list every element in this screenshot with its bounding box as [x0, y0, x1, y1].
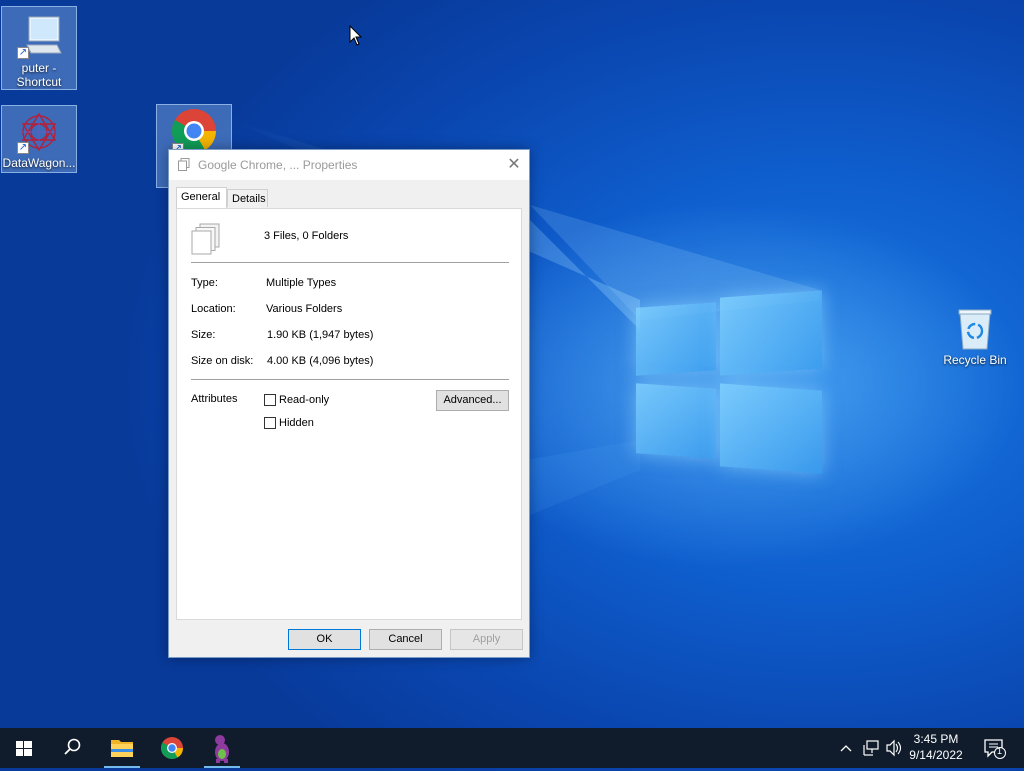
- location-value: Various Folders: [266, 303, 343, 315]
- tab-general[interactable]: General: [176, 187, 227, 208]
- barney-app-icon: [215, 735, 229, 763]
- taskbar-file-explorer[interactable]: [98, 728, 146, 768]
- apply-button[interactable]: Apply: [450, 629, 523, 650]
- dialog-titlebar[interactable]: Google Chrome, ... Properties ✕: [169, 150, 529, 180]
- mouse-cursor-icon: [349, 25, 363, 46]
- taskbar: 3:45 PM 9/14/2022 1: [0, 728, 1024, 768]
- dialog-title: Google Chrome, ... Properties: [198, 158, 358, 172]
- tab-details[interactable]: Details: [227, 189, 268, 207]
- divider: [191, 262, 509, 263]
- general-tab-panel: 3 Files, 0 Folders Type: Multiple Types …: [176, 208, 522, 620]
- chrome-icon: [161, 737, 183, 759]
- multiple-files-icon: [191, 223, 220, 255]
- volume-icon[interactable]: [884, 728, 904, 768]
- shortcut-arrow-icon: ↗: [17, 47, 29, 59]
- close-button[interactable]: ✕: [499, 150, 529, 180]
- attributes-label: Attributes: [191, 393, 238, 405]
- properties-dialog: Google Chrome, ... Properties ✕ General …: [168, 149, 530, 658]
- notification-count-badge: 1: [997, 746, 1003, 756]
- size-on-disk-label: Size on disk:: [191, 355, 254, 367]
- desktop-icon-label: DataWagon...: [2, 156, 76, 170]
- desktop-icon-label: Recycle Bin: [943, 353, 1007, 367]
- divider: [191, 379, 509, 380]
- advanced-button[interactable]: Advanced...: [436, 390, 509, 411]
- action-center-button[interactable]: 1: [980, 728, 1010, 768]
- desktop-icon-recycle-bin[interactable]: Recycle Bin: [937, 303, 1013, 373]
- taskbar-clock[interactable]: 3:45 PM 9/14/2022: [906, 731, 966, 763]
- taskbar-chrome[interactable]: [148, 728, 196, 768]
- size-label: Size:: [191, 329, 216, 341]
- clock-date: 9/14/2022: [909, 748, 963, 762]
- start-icon: [16, 741, 32, 756]
- read-only-checkbox[interactable]: [264, 394, 276, 406]
- close-icon: ✕: [507, 156, 521, 173]
- type-value: Multiple Types: [266, 277, 337, 289]
- type-label: Type:: [191, 277, 218, 289]
- show-hidden-icons-icon[interactable]: [838, 728, 854, 768]
- size-value: 1.90 KB (1,947 bytes): [267, 329, 374, 341]
- chrome-icon: ↗: [170, 107, 218, 155]
- desktop-icon-computer-shortcut[interactable]: ↗ puter - Shortcut: [1, 6, 77, 90]
- files-icon: [178, 158, 190, 171]
- selection-summary: 3 Files, 0 Folders: [264, 230, 349, 242]
- hidden-label[interactable]: Hidden: [279, 417, 314, 429]
- taskbar-barney-app[interactable]: [198, 728, 246, 768]
- desktop-icon-datawagon[interactable]: ↗ DataWagon...: [1, 105, 77, 173]
- shortcut-arrow-icon: ↗: [17, 142, 29, 154]
- file-explorer-icon: [111, 740, 133, 757]
- network-icon[interactable]: [861, 728, 881, 768]
- notifications-icon: [984, 739, 1006, 759]
- computer-icon: ↗: [15, 11, 63, 59]
- read-only-label[interactable]: Read-only: [279, 394, 329, 406]
- recycle-bin-icon: [951, 307, 999, 351]
- clock-time: 3:45 PM: [913, 732, 959, 746]
- location-label: Location:: [191, 303, 236, 315]
- windows-logo-wallpaper: [636, 290, 822, 480]
- size-on-disk-value: 4.00 KB (4,096 bytes): [267, 355, 374, 367]
- hidden-checkbox[interactable]: [264, 417, 276, 429]
- start-button[interactable]: [0, 728, 48, 768]
- datawagon-icon: ↗: [15, 110, 63, 154]
- cancel-button[interactable]: Cancel: [369, 629, 442, 650]
- ok-button[interactable]: OK: [288, 629, 361, 650]
- search-button[interactable]: [48, 728, 96, 768]
- search-icon: [64, 738, 81, 755]
- desktop-icon-label: puter - Shortcut: [16, 61, 62, 89]
